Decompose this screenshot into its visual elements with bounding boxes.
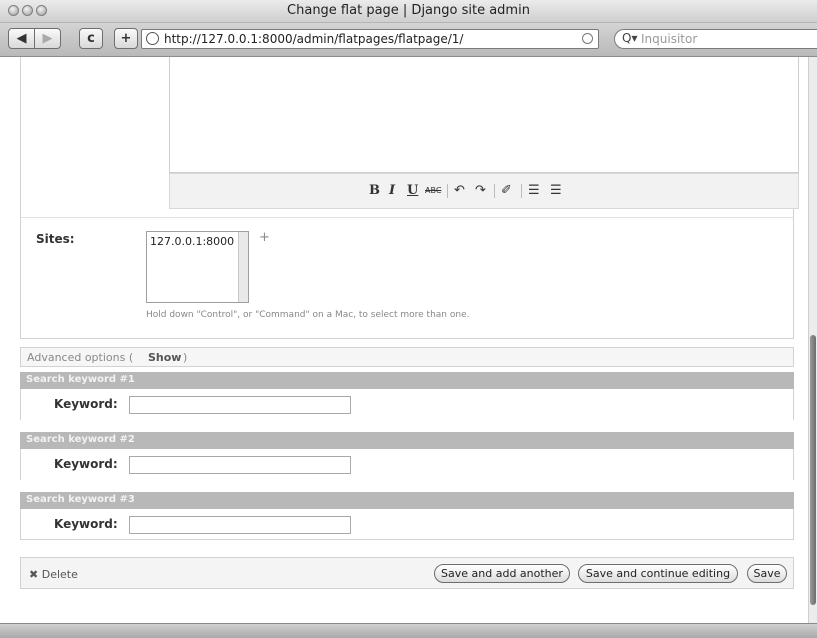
keyword-3-input[interactable] bbox=[129, 516, 351, 534]
new-tab-button[interactable]: + bbox=[114, 28, 138, 49]
url-field[interactable]: http://127.0.0.1:8000/admin/flatpages/fl… bbox=[141, 29, 599, 49]
search-placeholder: Inquisitor bbox=[641, 32, 698, 46]
back-button[interactable]: ◀ bbox=[8, 28, 35, 49]
keyword-1-input[interactable] bbox=[129, 396, 351, 414]
numbered-list-icon[interactable]: ☰ bbox=[550, 183, 562, 198]
italic-icon[interactable]: I bbox=[389, 183, 395, 198]
submit-row: ✖ Delete Save and add another Save and c… bbox=[20, 557, 794, 589]
show-advanced-link[interactable]: Show bbox=[148, 351, 181, 364]
url-text: http://127.0.0.1:8000/admin/flatpages/fl… bbox=[164, 32, 464, 46]
delete-link[interactable]: ✖ Delete bbox=[29, 568, 78, 581]
keyword-3-label: Keyword: bbox=[54, 517, 118, 531]
select-scrollbar[interactable] bbox=[238, 232, 248, 302]
reload-button[interactable]: c bbox=[79, 28, 103, 49]
sites-label: Sites: bbox=[36, 232, 75, 246]
advanced-options-label: Advanced options ( bbox=[27, 351, 134, 364]
content-editor[interactable] bbox=[169, 57, 799, 173]
keyword-2-row: Keyword: bbox=[20, 449, 794, 480]
bold-icon[interactable]: B bbox=[369, 183, 380, 198]
delete-label: Delete bbox=[41, 568, 78, 581]
reload-small-icon[interactable] bbox=[582, 33, 593, 44]
content-fieldset: B I U ABC ↶ ↷ ✐ ☰ ☰ Sites: 127.0.0.1:800… bbox=[20, 57, 799, 339]
back-arrow-icon: ◀ bbox=[16, 31, 27, 46]
page-scrollbar[interactable] bbox=[808, 57, 817, 623]
keyword-2-input[interactable] bbox=[129, 456, 351, 474]
save-and-continue-button[interactable]: Save and continue editing bbox=[578, 564, 738, 583]
keyword-3-row: Keyword: bbox=[20, 509, 794, 540]
strikethrough-icon[interactable]: ABC bbox=[425, 186, 441, 195]
sites-help-text: Hold down "Control", or "Command" on a M… bbox=[146, 310, 470, 320]
redo-icon[interactable]: ↷ bbox=[475, 183, 486, 198]
delete-icon: ✖ bbox=[29, 568, 39, 581]
search-field[interactable]: Q▾ Inquisitor bbox=[614, 29, 817, 49]
save-and-add-another-button[interactable]: Save and add another bbox=[434, 564, 570, 583]
keyword-2-label: Keyword: bbox=[54, 457, 118, 471]
editor-toolbar: B I U ABC ↶ ↷ ✐ ☰ ☰ bbox=[169, 173, 799, 209]
window-title: Change flat page | Django site admin bbox=[287, 3, 530, 18]
sites-select[interactable]: 127.0.0.1:8000 bbox=[146, 231, 249, 303]
sites-option[interactable]: 127.0.0.1:8000 bbox=[150, 235, 234, 248]
scroll-thumb[interactable] bbox=[810, 335, 816, 605]
cleanup-icon[interactable]: ✐ bbox=[501, 183, 512, 198]
underline-icon[interactable]: U bbox=[407, 183, 418, 198]
window-titlebar: Change flat page | Django site admin bbox=[0, 0, 817, 23]
globe-icon bbox=[146, 32, 159, 45]
advanced-options-bar: Advanced options ( Show ) bbox=[20, 347, 794, 367]
page-content: B I U ABC ↶ ↷ ✐ ☰ ☰ Sites: 127.0.0.1:800… bbox=[0, 57, 808, 623]
bullet-list-icon[interactable]: ☰ bbox=[528, 183, 540, 198]
keyword-3-header: Search keyword #3 bbox=[20, 492, 794, 509]
forward-arrow-icon: ▶ bbox=[42, 31, 53, 46]
sites-row: Sites: 127.0.0.1:8000 + Hold down "Contr… bbox=[21, 217, 793, 338]
keyword-1-row: Keyword: bbox=[20, 389, 794, 420]
add-site-icon[interactable]: + bbox=[259, 230, 270, 245]
search-icon: Q▾ bbox=[622, 31, 638, 45]
toolbar-divider bbox=[521, 184, 522, 198]
status-bar bbox=[0, 623, 817, 638]
undo-icon[interactable]: ↶ bbox=[454, 183, 465, 198]
forward-button[interactable]: ▶ bbox=[34, 28, 61, 49]
keyword-1-label: Keyword: bbox=[54, 397, 118, 411]
browser-toolbar: ◀ ▶ c + http://127.0.0.1:8000/admin/flat… bbox=[0, 23, 817, 57]
toolbar-divider bbox=[494, 184, 495, 198]
keyword-2-header: Search keyword #2 bbox=[20, 432, 794, 449]
advanced-options-close: ) bbox=[183, 351, 188, 364]
toolbar-divider bbox=[447, 184, 448, 198]
keyword-1-header: Search keyword #1 bbox=[20, 372, 794, 389]
save-button[interactable]: Save bbox=[747, 564, 787, 583]
